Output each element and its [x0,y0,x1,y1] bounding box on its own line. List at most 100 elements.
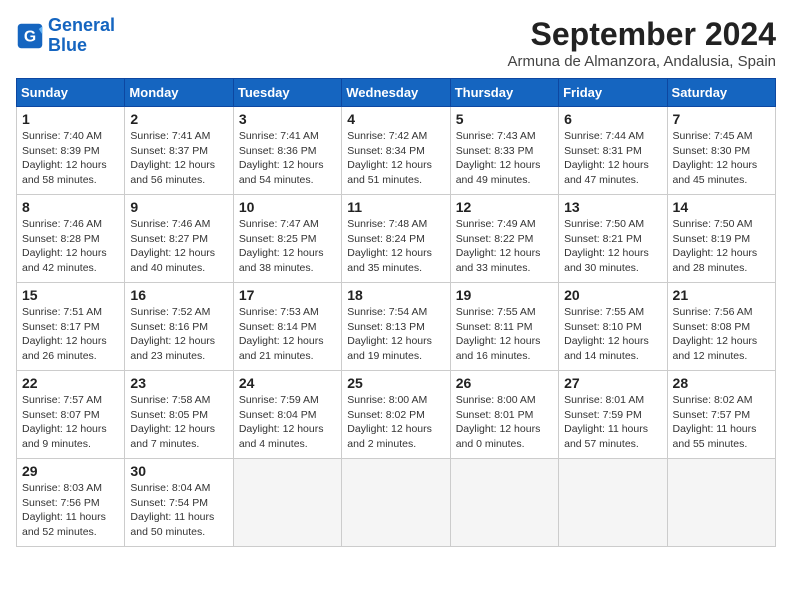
day-number: 29 [22,463,119,479]
calendar-day-cell: 1 Sunrise: 7:40 AM Sunset: 8:39 PM Dayli… [17,107,125,195]
day-number: 8 [22,199,119,215]
calendar-day-cell: 3 Sunrise: 7:41 AM Sunset: 8:36 PM Dayli… [233,107,341,195]
day-info: Sunrise: 7:43 AM Sunset: 8:33 PM Dayligh… [456,129,553,188]
day-number: 21 [673,287,770,303]
calendar-day-cell [450,459,558,547]
day-of-week-header: Wednesday [342,79,450,107]
day-number: 30 [130,463,227,479]
day-of-week-header: Saturday [667,79,775,107]
day-number: 11 [347,199,444,215]
day-number: 24 [239,375,336,391]
calendar-day-cell: 28 Sunrise: 8:02 AM Sunset: 7:57 PM Dayl… [667,371,775,459]
calendar-day-cell: 8 Sunrise: 7:46 AM Sunset: 8:28 PM Dayli… [17,195,125,283]
calendar-day-cell: 22 Sunrise: 7:57 AM Sunset: 8:07 PM Dayl… [17,371,125,459]
day-number: 27 [564,375,661,391]
day-number: 14 [673,199,770,215]
calendar-day-cell: 19 Sunrise: 7:55 AM Sunset: 8:11 PM Dayl… [450,283,558,371]
calendar-day-cell [342,459,450,547]
day-info: Sunrise: 7:45 AM Sunset: 8:30 PM Dayligh… [673,129,770,188]
calendar-day-cell: 13 Sunrise: 7:50 AM Sunset: 8:21 PM Dayl… [559,195,667,283]
calendar-week-row: 22 Sunrise: 7:57 AM Sunset: 8:07 PM Dayl… [17,371,776,459]
day-of-week-header: Thursday [450,79,558,107]
day-of-week-header: Monday [125,79,233,107]
day-info: Sunrise: 7:46 AM Sunset: 8:27 PM Dayligh… [130,217,227,276]
day-info: Sunrise: 7:56 AM Sunset: 8:08 PM Dayligh… [673,305,770,364]
day-info: Sunrise: 7:50 AM Sunset: 8:21 PM Dayligh… [564,217,661,276]
calendar-day-cell: 11 Sunrise: 7:48 AM Sunset: 8:24 PM Dayl… [342,195,450,283]
day-info: Sunrise: 7:46 AM Sunset: 8:28 PM Dayligh… [22,217,119,276]
day-number: 2 [130,111,227,127]
calendar-day-cell: 5 Sunrise: 7:43 AM Sunset: 8:33 PM Dayli… [450,107,558,195]
calendar-day-cell: 14 Sunrise: 7:50 AM Sunset: 8:19 PM Dayl… [667,195,775,283]
calendar-week-row: 29 Sunrise: 8:03 AM Sunset: 7:56 PM Dayl… [17,459,776,547]
svg-text:G: G [24,28,36,45]
day-info: Sunrise: 7:55 AM Sunset: 8:11 PM Dayligh… [456,305,553,364]
day-number: 10 [239,199,336,215]
calendar-day-cell: 10 Sunrise: 7:47 AM Sunset: 8:25 PM Dayl… [233,195,341,283]
day-info: Sunrise: 7:51 AM Sunset: 8:17 PM Dayligh… [22,305,119,364]
title-block: September 2024 Armuna de Almanzora, Anda… [508,16,777,70]
calendar-day-cell: 16 Sunrise: 7:52 AM Sunset: 8:16 PM Dayl… [125,283,233,371]
day-number: 20 [564,287,661,303]
calendar-day-cell: 26 Sunrise: 8:00 AM Sunset: 8:01 PM Dayl… [450,371,558,459]
day-of-week-header: Friday [559,79,667,107]
day-info: Sunrise: 7:59 AM Sunset: 8:04 PM Dayligh… [239,393,336,452]
day-info: Sunrise: 8:01 AM Sunset: 7:59 PM Dayligh… [564,393,661,452]
day-number: 19 [456,287,553,303]
day-info: Sunrise: 8:04 AM Sunset: 7:54 PM Dayligh… [130,481,227,540]
day-info: Sunrise: 7:48 AM Sunset: 8:24 PM Dayligh… [347,217,444,276]
day-number: 15 [22,287,119,303]
page-header: G General Blue September 2024 Armuna de … [16,16,776,70]
location: Armuna de Almanzora, Andalusia, Spain [508,53,777,70]
calendar-week-row: 1 Sunrise: 7:40 AM Sunset: 8:39 PM Dayli… [17,107,776,195]
calendar-day-cell: 20 Sunrise: 7:55 AM Sunset: 8:10 PM Dayl… [559,283,667,371]
day-number: 22 [22,375,119,391]
calendar-day-cell: 7 Sunrise: 7:45 AM Sunset: 8:30 PM Dayli… [667,107,775,195]
calendar-day-cell: 21 Sunrise: 7:56 AM Sunset: 8:08 PM Dayl… [667,283,775,371]
day-info: Sunrise: 7:47 AM Sunset: 8:25 PM Dayligh… [239,217,336,276]
day-info: Sunrise: 7:40 AM Sunset: 8:39 PM Dayligh… [22,129,119,188]
calendar-day-cell: 17 Sunrise: 7:53 AM Sunset: 8:14 PM Dayl… [233,283,341,371]
day-number: 23 [130,375,227,391]
calendar-day-cell [233,459,341,547]
calendar-day-cell: 15 Sunrise: 7:51 AM Sunset: 8:17 PM Dayl… [17,283,125,371]
day-headers-row: SundayMondayTuesdayWednesdayThursdayFrid… [17,79,776,107]
calendar-day-cell: 2 Sunrise: 7:41 AM Sunset: 8:37 PM Dayli… [125,107,233,195]
day-number: 26 [456,375,553,391]
calendar-day-cell: 27 Sunrise: 8:01 AM Sunset: 7:59 PM Dayl… [559,371,667,459]
day-number: 4 [347,111,444,127]
calendar-week-row: 15 Sunrise: 7:51 AM Sunset: 8:17 PM Dayl… [17,283,776,371]
day-number: 13 [564,199,661,215]
day-number: 25 [347,375,444,391]
day-info: Sunrise: 7:41 AM Sunset: 8:37 PM Dayligh… [130,129,227,188]
day-number: 3 [239,111,336,127]
day-number: 7 [673,111,770,127]
day-number: 28 [673,375,770,391]
logo-icon: G [16,22,44,50]
day-info: Sunrise: 7:50 AM Sunset: 8:19 PM Dayligh… [673,217,770,276]
day-info: Sunrise: 8:00 AM Sunset: 8:01 PM Dayligh… [456,393,553,452]
day-info: Sunrise: 7:52 AM Sunset: 8:16 PM Dayligh… [130,305,227,364]
day-info: Sunrise: 7:54 AM Sunset: 8:13 PM Dayligh… [347,305,444,364]
day-of-week-header: Tuesday [233,79,341,107]
day-number: 1 [22,111,119,127]
calendar-day-cell: 9 Sunrise: 7:46 AM Sunset: 8:27 PM Dayli… [125,195,233,283]
calendar-header: SundayMondayTuesdayWednesdayThursdayFrid… [17,79,776,107]
day-info: Sunrise: 7:55 AM Sunset: 8:10 PM Dayligh… [564,305,661,364]
day-info: Sunrise: 8:02 AM Sunset: 7:57 PM Dayligh… [673,393,770,452]
day-number: 18 [347,287,444,303]
day-info: Sunrise: 7:53 AM Sunset: 8:14 PM Dayligh… [239,305,336,364]
day-info: Sunrise: 7:49 AM Sunset: 8:22 PM Dayligh… [456,217,553,276]
day-of-week-header: Sunday [17,79,125,107]
day-info: Sunrise: 7:57 AM Sunset: 8:07 PM Dayligh… [22,393,119,452]
calendar-day-cell: 29 Sunrise: 8:03 AM Sunset: 7:56 PM Dayl… [17,459,125,547]
logo-text: General Blue [48,16,115,56]
day-info: Sunrise: 7:42 AM Sunset: 8:34 PM Dayligh… [347,129,444,188]
day-info: Sunrise: 8:00 AM Sunset: 8:02 PM Dayligh… [347,393,444,452]
calendar-day-cell: 30 Sunrise: 8:04 AM Sunset: 7:54 PM Dayl… [125,459,233,547]
calendar-day-cell: 23 Sunrise: 7:58 AM Sunset: 8:05 PM Dayl… [125,371,233,459]
calendar-day-cell: 24 Sunrise: 7:59 AM Sunset: 8:04 PM Dayl… [233,371,341,459]
calendar-day-cell [667,459,775,547]
calendar-day-cell: 4 Sunrise: 7:42 AM Sunset: 8:34 PM Dayli… [342,107,450,195]
day-info: Sunrise: 8:03 AM Sunset: 7:56 PM Dayligh… [22,481,119,540]
